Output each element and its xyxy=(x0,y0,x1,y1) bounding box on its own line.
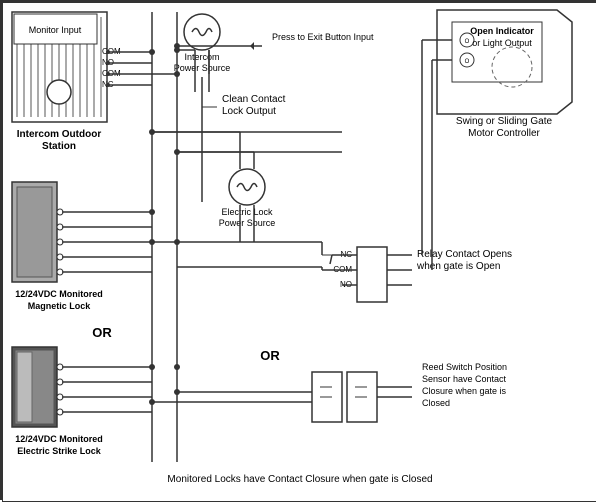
svg-text:Sensor have Contact: Sensor have Contact xyxy=(422,374,507,384)
svg-text:Closed: Closed xyxy=(422,398,450,408)
svg-text:Electric Strike Lock: Electric Strike Lock xyxy=(17,446,102,456)
svg-text:OR: OR xyxy=(92,325,112,340)
wiring-diagram: Monitor Input COM NO COM NC Intercom Out… xyxy=(0,0,596,500)
svg-text:Power Source: Power Source xyxy=(174,63,231,73)
svg-text:Open Indicator: Open Indicator xyxy=(470,26,534,36)
svg-text:12/24VDC Monitored: 12/24VDC Monitored xyxy=(15,289,103,299)
svg-text:O: O xyxy=(465,59,470,65)
svg-text:Monitored Locks have Contact C: Monitored Locks have Contact Closure whe… xyxy=(167,474,432,485)
svg-text:Closure when gate is: Closure when gate is xyxy=(422,386,507,396)
svg-text:Lock Output: Lock Output xyxy=(222,106,276,117)
svg-text:Intercom Outdoor: Intercom Outdoor xyxy=(17,129,102,140)
svg-text:or Light Output: or Light Output xyxy=(472,38,532,48)
svg-text:Electric Lock: Electric Lock xyxy=(221,207,273,217)
svg-text:Intercom: Intercom xyxy=(184,52,219,62)
svg-text:when gate is Open: when gate is Open xyxy=(416,261,500,272)
svg-text:Power Source: Power Source xyxy=(219,218,276,228)
svg-text:Swing or Sliding Gate: Swing or Sliding Gate xyxy=(456,116,553,127)
svg-text:OR: OR xyxy=(260,348,280,363)
svg-text:Clean Contact: Clean Contact xyxy=(222,94,286,105)
svg-text:12/24VDC Monitored: 12/24VDC Monitored xyxy=(15,434,103,444)
svg-text:Reed Switch Position: Reed Switch Position xyxy=(422,362,507,372)
svg-text:O: O xyxy=(465,39,470,45)
svg-text:Press to Exit Button Input: Press to Exit Button Input xyxy=(272,32,374,42)
svg-text:Station: Station xyxy=(42,141,76,152)
svg-text:Magnetic Lock: Magnetic Lock xyxy=(28,301,92,311)
svg-text:Monitor Input: Monitor Input xyxy=(29,25,82,35)
svg-text:Motor Controller: Motor Controller xyxy=(468,128,540,139)
